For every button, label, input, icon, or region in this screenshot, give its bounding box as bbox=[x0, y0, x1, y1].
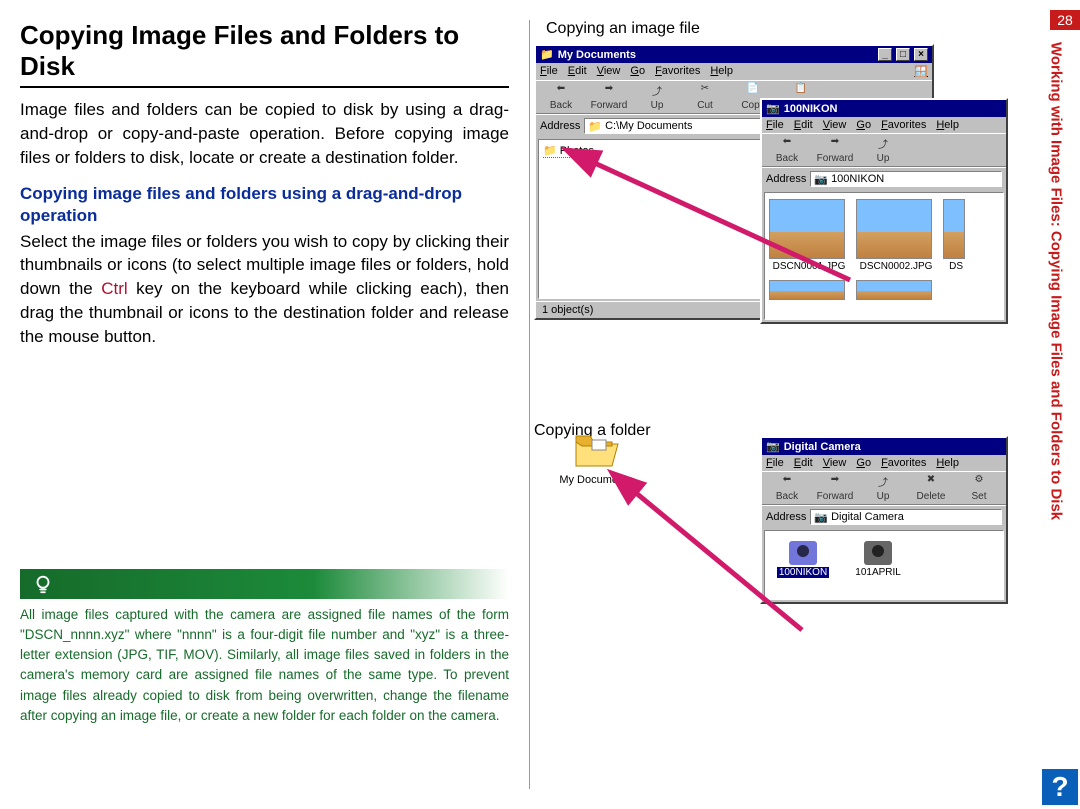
window-title: My Documents bbox=[558, 49, 636, 61]
camera-icon bbox=[864, 541, 892, 565]
menu-view[interactable]: View bbox=[823, 457, 847, 469]
menu-view[interactable]: View bbox=[823, 119, 847, 131]
menubar[interactable]: File Edit View Go Favorites Help bbox=[762, 455, 1006, 471]
menu-edit[interactable]: Edit bbox=[794, 119, 813, 131]
window-100nikon: 📷 100NIKON File Edit View Go Favorites H… bbox=[760, 98, 1008, 324]
address-field[interactable]: 📷 Digital Camera bbox=[810, 509, 1002, 525]
menubar[interactable]: File Edit View Go Favorites Help bbox=[762, 117, 1006, 133]
window-digital-camera: 📷 Digital Camera File Edit View Go Favor… bbox=[760, 436, 1008, 604]
menu-favorites[interactable]: Favorites bbox=[881, 119, 926, 131]
folder-item-101april[interactable]: 101APRIL bbox=[848, 541, 908, 578]
close-button[interactable]: × bbox=[914, 48, 928, 61]
image-thumbnail[interactable]: DSCN0001.JPG bbox=[769, 199, 849, 272]
maximize-button[interactable]: □ bbox=[896, 48, 910, 61]
tool-back[interactable]: ⬅Back bbox=[766, 136, 808, 164]
page-title: Copying Image Files and Folders to Disk bbox=[20, 20, 509, 88]
menu-favorites[interactable]: Favorites bbox=[881, 457, 926, 469]
page-number: 28 bbox=[1050, 10, 1080, 30]
menu-help[interactable]: Help bbox=[710, 65, 733, 78]
window-title: 100NIKON bbox=[784, 103, 838, 115]
titlebar-icon: 📷 bbox=[766, 102, 780, 115]
icon-label: My Documents bbox=[556, 474, 636, 486]
tool-settings[interactable]: ⚙Set bbox=[958, 474, 1000, 502]
menu-file[interactable]: File bbox=[540, 65, 558, 78]
address-label: Address bbox=[540, 120, 580, 132]
menu-go[interactable]: Go bbox=[856, 457, 871, 469]
menubar[interactable]: File Edit View Go Favorites Help 🪟 bbox=[536, 63, 932, 80]
menu-go[interactable]: Go bbox=[630, 65, 645, 78]
tool-delete[interactable]: ✖Delete bbox=[910, 474, 952, 502]
menu-favorites[interactable]: Favorites bbox=[655, 65, 700, 78]
menu-edit[interactable]: Edit bbox=[568, 65, 587, 78]
tool-forward[interactable]: ➡Forward bbox=[814, 136, 856, 164]
menu-file[interactable]: File bbox=[766, 457, 784, 469]
tool-cut[interactable]: ✂Cut bbox=[684, 83, 726, 111]
camera-icon bbox=[789, 541, 817, 565]
menu-edit[interactable]: Edit bbox=[794, 457, 813, 469]
windows-logo-icon: 🪟 bbox=[914, 65, 928, 78]
folder-item-photos[interactable]: 📁 Photos bbox=[543, 144, 594, 158]
tool-back[interactable]: ⬅Back bbox=[540, 83, 582, 111]
tip-text: All image files captured with the camera… bbox=[20, 605, 509, 727]
image-thumbnail[interactable] bbox=[856, 280, 936, 302]
image-thumbnail[interactable]: DSCN0002.JPG bbox=[856, 199, 936, 272]
address-label: Address bbox=[766, 511, 806, 523]
menu-help[interactable]: Help bbox=[936, 119, 959, 131]
tip-banner bbox=[20, 569, 509, 599]
folder-pane[interactable]: 100NIKON 101APRIL bbox=[764, 530, 1004, 600]
image-thumbnail[interactable]: DS bbox=[943, 199, 969, 272]
menu-file[interactable]: File bbox=[766, 119, 784, 131]
titlebar-icon: 📷 bbox=[766, 440, 780, 453]
folder-open-icon bbox=[572, 430, 620, 470]
caption-copying-file: Copying an image file bbox=[546, 20, 1020, 38]
tool-up[interactable]: ⤴Up bbox=[862, 474, 904, 502]
chapter-side-label: Working with Image Files: Copying Image … bbox=[1046, 30, 1066, 750]
folder-item-100nikon[interactable]: 100NIKON bbox=[773, 541, 833, 578]
help-icon[interactable]: ? bbox=[1042, 769, 1078, 805]
address-label: Address bbox=[766, 173, 806, 185]
lightbulb-icon bbox=[32, 573, 54, 595]
subhead-drag-drop: Copying image files and folders using a … bbox=[20, 183, 509, 227]
address-field[interactable]: 📷 100NIKON bbox=[810, 171, 1002, 187]
mydocuments-icon[interactable]: My Documents bbox=[556, 430, 636, 486]
thumbnail-pane[interactable]: DSCN0001.JPG DSCN0002.JPG DS bbox=[764, 192, 1004, 320]
body-paragraph: Select the image files or folders you wi… bbox=[20, 230, 509, 349]
image-thumbnail[interactable] bbox=[769, 280, 849, 302]
tool-up[interactable]: ⤴Up bbox=[862, 136, 904, 164]
menu-go[interactable]: Go bbox=[856, 119, 871, 131]
menu-help[interactable]: Help bbox=[936, 457, 959, 469]
minimize-button[interactable]: _ bbox=[878, 48, 892, 61]
tool-up[interactable]: ⤴Up bbox=[636, 83, 678, 111]
titlebar-icon: 📁 bbox=[540, 48, 554, 61]
tool-forward[interactable]: ➡Forward bbox=[588, 83, 630, 111]
intro-paragraph: Image files and folders can be copied to… bbox=[20, 98, 509, 169]
window-title: Digital Camera bbox=[784, 441, 861, 453]
menu-view[interactable]: View bbox=[597, 65, 621, 78]
ctrl-key: Ctrl bbox=[101, 279, 127, 298]
tool-forward[interactable]: ➡Forward bbox=[814, 474, 856, 502]
tool-back[interactable]: ⬅Back bbox=[766, 474, 808, 502]
